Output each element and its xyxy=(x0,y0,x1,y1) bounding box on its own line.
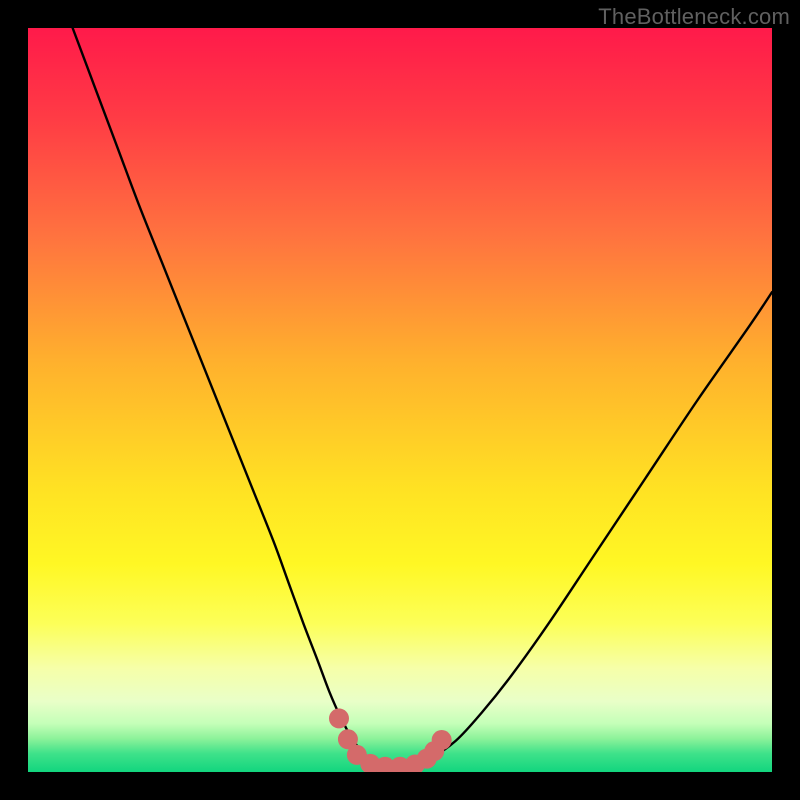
bottom-cluster-markers xyxy=(329,708,452,772)
curve-layer xyxy=(28,28,772,772)
cluster-marker xyxy=(432,730,452,750)
cluster-marker xyxy=(329,708,349,728)
bottleneck-curve xyxy=(73,28,772,768)
watermark-text: TheBottleneck.com xyxy=(598,4,790,30)
plot-area xyxy=(28,28,772,772)
chart-frame: TheBottleneck.com xyxy=(0,0,800,800)
